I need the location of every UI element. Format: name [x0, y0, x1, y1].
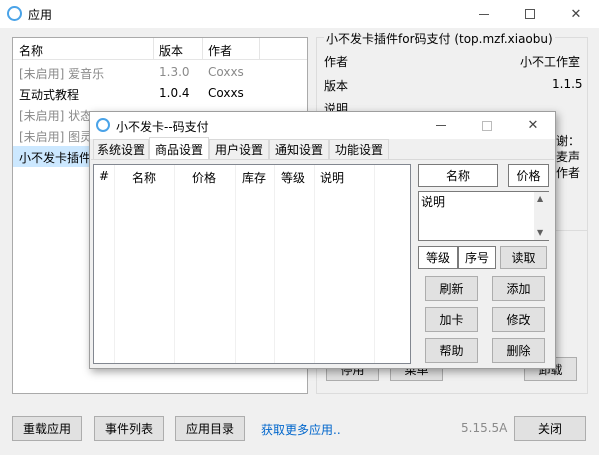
scroll-up-icon[interactable]: ▲	[537, 194, 543, 203]
app-name: [未启用] 状态	[19, 109, 93, 123]
goods-order-field[interactable]: 序号	[458, 246, 496, 269]
dialog-title-bar: 小不发卡--码支付 ✕	[90, 112, 555, 139]
help-button[interactable]: 帮助	[425, 338, 478, 363]
list-item[interactable]: 互动式教程 1.0.4 Coxxs	[13, 83, 307, 104]
dialog-maximize-button[interactable]	[464, 112, 510, 139]
goods-level-field[interactable]: 等级	[418, 246, 458, 269]
app-author: Coxxs	[208, 65, 244, 79]
main-title-bar: 应用 ✕	[0, 0, 599, 28]
tab-system-settings[interactable]: 系统设置	[93, 139, 149, 159]
column-divider	[374, 165, 375, 363]
window-title: 应用	[28, 8, 53, 22]
version-value: 1.1.5	[552, 77, 583, 91]
edit-button[interactable]: 修改	[492, 307, 545, 332]
column-header-level[interactable]: 等级	[281, 169, 305, 186]
info-group-title: 小不发卡插件for码支付 (top.mzf.xiaobu)	[324, 30, 555, 47]
column-divider	[114, 165, 115, 363]
dialog-close-button[interactable]: ✕	[510, 112, 556, 139]
version-label: 版本	[324, 79, 349, 93]
tab-goods-settings[interactable]: 商品设置	[149, 137, 209, 160]
close-icon: ✕	[570, 6, 582, 22]
goods-price-field[interactable]: 价格	[508, 164, 549, 187]
minimize-icon	[436, 125, 446, 126]
goods-name-field[interactable]: 名称	[418, 164, 498, 187]
get-more-apps-link[interactable]: 获取更多应用..	[261, 421, 341, 438]
close-window-button[interactable]: 关闭	[514, 416, 586, 441]
column-divider	[235, 165, 236, 363]
app-directory-button[interactable]: 应用目录	[175, 416, 245, 441]
description-scrollbar[interactable]: ▲ ▼	[534, 192, 549, 240]
app-circle-icon	[96, 118, 110, 132]
column-header-name[interactable]: 名称	[19, 42, 43, 59]
column-divider	[259, 38, 260, 60]
info-text: 作者	[556, 166, 581, 180]
app-version: 1.3.0	[159, 65, 190, 79]
bottom-bar: 重载应用 事件列表 应用目录 获取更多应用.. 5.15.5A 关闭	[0, 405, 599, 455]
column-divider	[314, 165, 315, 363]
tab-notify-settings[interactable]: 通知设置	[269, 139, 329, 159]
info-text: 麦声	[556, 150, 581, 164]
maximize-icon	[525, 9, 535, 19]
app-version: 1.0.4	[159, 86, 190, 100]
maximize-icon	[482, 120, 492, 131]
refresh-button[interactable]: 刷新	[425, 276, 478, 301]
info-text: 谢：	[556, 134, 581, 148]
author-value: 小不工作室	[520, 55, 581, 69]
tab-user-settings[interactable]: 用户设置	[209, 139, 269, 159]
reload-apps-button[interactable]: 重载应用	[12, 416, 82, 441]
app-name: 小不发卡插件	[19, 151, 92, 165]
column-header-version[interactable]: 版本	[159, 42, 183, 59]
author-label: 作者	[324, 55, 349, 69]
close-icon: ✕	[527, 118, 539, 133]
column-header-index[interactable]: #	[99, 169, 109, 183]
column-header-price[interactable]: 价格	[192, 169, 216, 186]
list-item[interactable]: [未启用] 爱音乐 1.3.0 Coxxs	[13, 62, 307, 83]
app-author: Coxxs	[208, 86, 244, 100]
goods-description-field[interactable]: 说明 ▲ ▼	[418, 191, 549, 241]
dialog-title: 小不发卡--码支付	[116, 120, 209, 134]
column-divider	[274, 165, 275, 363]
tab-feature-settings[interactable]: 功能设置	[329, 139, 389, 159]
close-button[interactable]: ✕	[553, 0, 599, 28]
maximize-button[interactable]	[507, 0, 553, 28]
app-name: [未启用] 图灵	[19, 130, 93, 144]
app-circle-icon	[7, 6, 22, 21]
add-button[interactable]: 添加	[492, 276, 545, 301]
scroll-down-icon[interactable]: ▼	[537, 228, 543, 237]
column-divider	[174, 165, 175, 363]
goods-table[interactable]: # 名称 价格 库存 等级 说明	[93, 164, 411, 364]
minimize-icon	[479, 13, 489, 15]
plugin-dialog: 小不发卡--码支付 ✕ 系统设置 商品设置 用户设置 通知设置 功能设置 # 名…	[89, 111, 556, 369]
tab-underline	[91, 159, 554, 160]
add-card-button[interactable]: 加卡	[425, 307, 478, 332]
app-name: [未启用] 爱音乐	[19, 67, 105, 81]
column-header-stock[interactable]: 库存	[242, 169, 266, 186]
column-header-description[interactable]: 说明	[320, 169, 344, 186]
dialog-minimize-button[interactable]	[418, 112, 464, 139]
delete-button[interactable]: 删除	[492, 338, 545, 363]
list-header: 名称 版本 作者	[13, 38, 307, 60]
column-header-author[interactable]: 作者	[208, 42, 232, 59]
minimize-button[interactable]	[461, 0, 507, 28]
app-name: 互动式教程	[19, 88, 80, 102]
program-version: 5.15.5A	[461, 421, 508, 435]
event-list-button[interactable]: 事件列表	[94, 416, 164, 441]
column-divider	[153, 38, 154, 60]
column-divider	[202, 38, 203, 60]
column-header-name[interactable]: 名称	[132, 169, 156, 186]
read-button[interactable]: 读取	[500, 246, 547, 269]
